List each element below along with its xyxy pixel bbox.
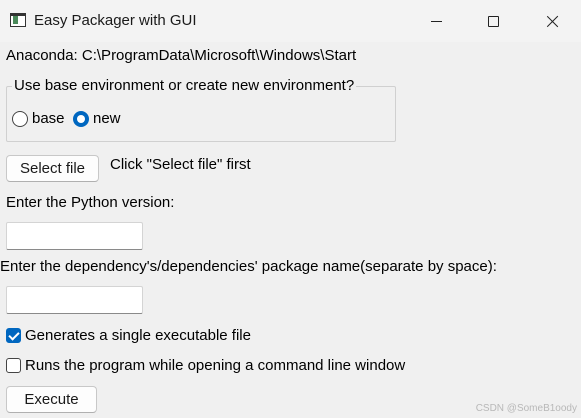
- dependencies-input[interactable]: [6, 286, 143, 314]
- maximize-button[interactable]: [470, 0, 516, 42]
- maximize-icon: [487, 15, 499, 27]
- execute-button[interactable]: Execute: [6, 386, 97, 413]
- single-file-label[interactable]: Generates a single executable file: [25, 327, 251, 344]
- single-file-checkbox[interactable]: [6, 328, 21, 343]
- window-title: Easy Packager with GUI: [34, 12, 197, 29]
- main-window: Easy Packager with GUI Anaconda: C:\Prog…: [0, 0, 581, 418]
- radio-base-label[interactable]: base: [32, 110, 65, 127]
- minimize-button[interactable]: [413, 0, 459, 42]
- dependencies-label: Enter the dependency's/dependencies' pac…: [0, 258, 497, 275]
- minimize-icon: [430, 20, 442, 22]
- title-bar[interactable]: Easy Packager with GUI: [0, 0, 581, 42]
- python-version-input[interactable]: [6, 222, 143, 250]
- watermark-text: CSDN @SomeB1oody: [475, 403, 577, 414]
- radio-new-label[interactable]: new: [93, 110, 121, 127]
- anaconda-path-label: Anaconda: C:\ProgramData\Microsoft\Windo…: [6, 47, 357, 64]
- file-status-label: Click "Select file" first: [110, 156, 251, 173]
- close-icon: [546, 15, 559, 28]
- radio-new[interactable]: [73, 111, 89, 127]
- python-version-label: Enter the Python version:: [6, 194, 175, 211]
- console-window-checkbox[interactable]: [6, 358, 21, 373]
- select-file-button[interactable]: Select file: [6, 155, 99, 182]
- environment-group-title: Use base environment or create new envir…: [12, 77, 357, 94]
- close-button[interactable]: [529, 0, 575, 42]
- app-window-icon: [10, 13, 26, 27]
- radio-base[interactable]: [12, 111, 28, 127]
- console-window-label[interactable]: Runs the program while opening a command…: [25, 357, 405, 374]
